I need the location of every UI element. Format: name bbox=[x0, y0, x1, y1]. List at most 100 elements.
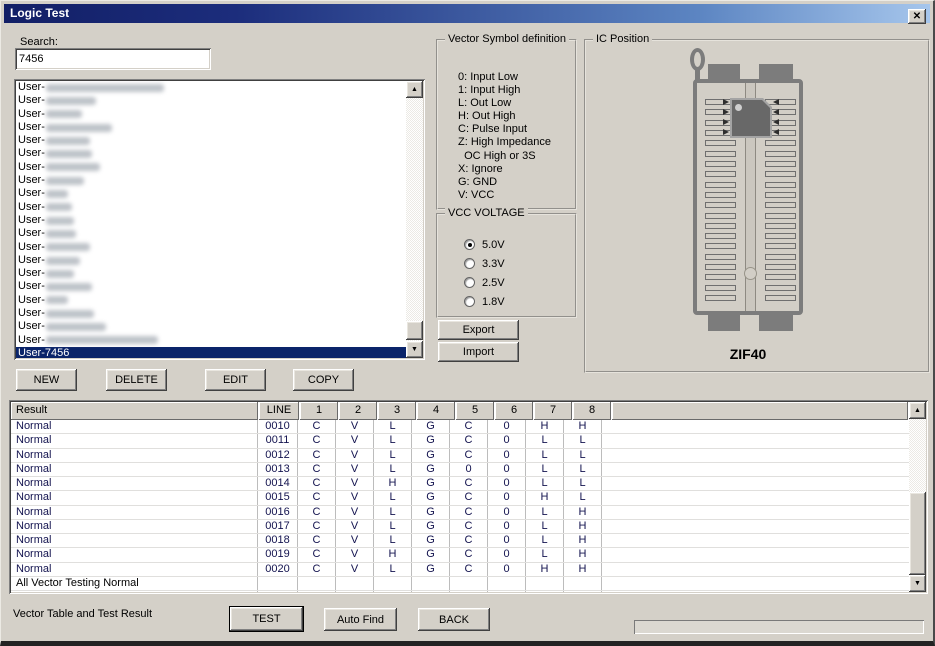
new-button[interactable]: NEW bbox=[16, 369, 77, 391]
table-cell: L bbox=[526, 520, 564, 533]
radio-icon[interactable] bbox=[464, 277, 475, 288]
test-button[interactable]: TEST bbox=[229, 606, 304, 632]
vcc-option-label: 2.5V bbox=[482, 277, 505, 289]
list-item[interactable]: User- bbox=[16, 201, 406, 214]
table-cell: L bbox=[526, 449, 564, 462]
table-scroll-up-icon[interactable]: ▲ bbox=[909, 402, 926, 419]
table-row[interactable]: Normal0015CVLGC0HL bbox=[11, 491, 909, 505]
close-icon[interactable]: ✕ bbox=[908, 9, 926, 24]
table-row[interactable]: All Vector Testing Normal bbox=[11, 577, 909, 591]
column-header[interactable]: 2 bbox=[339, 402, 377, 420]
pin-slot-left bbox=[705, 202, 736, 208]
table-cell bbox=[11, 591, 258, 592]
list-item[interactable]: User- bbox=[16, 267, 406, 280]
table-row[interactable]: Normal0020CVLGC0HH bbox=[11, 563, 909, 577]
table-scrollbar[interactable]: ▲ ▼ bbox=[909, 402, 926, 592]
radio-icon[interactable] bbox=[464, 239, 475, 250]
radio-icon[interactable] bbox=[464, 258, 475, 269]
device-list-scrollbar[interactable]: ▲ ▼ bbox=[406, 81, 423, 358]
pin-slot-left bbox=[705, 254, 736, 260]
table-row[interactable]: Normal0017CVLGC0LH bbox=[11, 520, 909, 534]
vcc-option[interactable]: 2.5V bbox=[464, 273, 505, 292]
table-row[interactable] bbox=[11, 591, 909, 592]
table-cell: C bbox=[450, 477, 488, 490]
scroll-up-icon[interactable]: ▲ bbox=[406, 81, 423, 98]
list-item[interactable]: User- bbox=[16, 214, 406, 227]
list-item-redacted-text bbox=[46, 296, 68, 304]
table-row[interactable]: Normal0019CVHGC0LH bbox=[11, 548, 909, 562]
table-cell: C bbox=[298, 506, 336, 519]
edit-button[interactable]: EDIT bbox=[205, 369, 266, 391]
list-item[interactable]: User- bbox=[16, 108, 406, 121]
list-item[interactable]: User- bbox=[16, 121, 406, 134]
list-item[interactable]: User- bbox=[16, 147, 406, 160]
table-scroll-down-icon[interactable]: ▼ bbox=[909, 575, 926, 592]
list-item[interactable]: User- bbox=[16, 161, 406, 174]
table-cell: H bbox=[526, 491, 564, 504]
device-listbox[interactable]: User-User-User-User-User-User-User-User-… bbox=[14, 79, 425, 360]
list-item[interactable]: User- bbox=[16, 94, 406, 107]
table-row[interactable]: Normal0011CVLGC0LL bbox=[11, 434, 909, 448]
copy-button[interactable]: COPY bbox=[293, 369, 354, 391]
export-button[interactable]: Export bbox=[438, 320, 519, 340]
list-item[interactable]: User- bbox=[16, 134, 406, 147]
table-cell bbox=[374, 577, 412, 590]
column-header[interactable]: 6 bbox=[495, 402, 533, 420]
list-item[interactable]: User- bbox=[16, 187, 406, 200]
pin-slot-right bbox=[765, 285, 796, 291]
table-cell bbox=[526, 577, 564, 590]
list-item[interactable]: User- bbox=[16, 254, 406, 267]
list-item[interactable]: User- bbox=[16, 334, 406, 347]
list-item[interactable]: User- bbox=[16, 280, 406, 293]
scroll-down-icon[interactable]: ▼ bbox=[406, 341, 423, 358]
table-cell: V bbox=[336, 420, 374, 433]
table-row[interactable]: Normal0014CVHGC0LL bbox=[11, 477, 909, 491]
table-cell bbox=[450, 577, 488, 590]
delete-button[interactable]: DELETE bbox=[106, 369, 167, 391]
table-scrollbar-thumb[interactable] bbox=[909, 492, 926, 575]
import-button[interactable]: Import bbox=[438, 342, 519, 362]
chip-pin-arrow-right bbox=[773, 119, 779, 125]
list-item[interactable]: User- bbox=[16, 227, 406, 240]
list-item[interactable]: User- bbox=[16, 81, 406, 94]
vcc-option[interactable]: 3.3V bbox=[464, 254, 505, 273]
table-cell: L bbox=[374, 434, 412, 447]
table-cell: H bbox=[564, 520, 602, 533]
radio-icon[interactable] bbox=[464, 296, 475, 307]
column-header[interactable]: Result bbox=[11, 402, 258, 420]
list-item-selected[interactable]: User-7456 bbox=[16, 347, 406, 358]
scrollbar-thumb[interactable] bbox=[406, 321, 423, 340]
column-header[interactable]: 5 bbox=[456, 402, 494, 420]
list-item-redacted-text bbox=[46, 203, 72, 211]
list-item[interactable]: User- bbox=[16, 294, 406, 307]
column-header[interactable]: LINE bbox=[259, 402, 299, 420]
list-item[interactable]: User- bbox=[16, 307, 406, 320]
table-row[interactable]: Normal0016CVLGC0LH bbox=[11, 506, 909, 520]
column-header[interactable]: 1 bbox=[300, 402, 338, 420]
table-row[interactable]: Normal0013CVLG00LL bbox=[11, 463, 909, 477]
column-header[interactable]: 7 bbox=[534, 402, 572, 420]
column-header[interactable]: 3 bbox=[378, 402, 416, 420]
back-button[interactable]: BACK bbox=[418, 608, 490, 631]
list-item[interactable]: User- bbox=[16, 174, 406, 187]
table-cell: L bbox=[526, 506, 564, 519]
list-item[interactable]: User- bbox=[16, 241, 406, 254]
table-row[interactable]: Normal0010CVLGC0HH bbox=[11, 420, 909, 434]
result-table[interactable]: ResultLINE12345678 Normal0010CVLGC0HHNor… bbox=[9, 400, 928, 594]
auto-find-button[interactable]: Auto Find bbox=[324, 608, 397, 631]
vcc-option[interactable]: 5.0V bbox=[464, 235, 505, 254]
table-row[interactable]: Normal0012CVLGC0LL bbox=[11, 449, 909, 463]
table-row[interactable]: Normal0018CVLGC0LH bbox=[11, 534, 909, 548]
table-cell: C bbox=[450, 491, 488, 504]
vector-symbol-lines: 0: Input Low 1: Input High L: Out Low H:… bbox=[458, 71, 551, 202]
table-cell: C bbox=[298, 548, 336, 561]
list-item[interactable]: User- bbox=[16, 320, 406, 333]
column-header[interactable]: 8 bbox=[573, 402, 611, 420]
vcc-option[interactable]: 1.8V bbox=[464, 292, 505, 311]
column-header[interactable]: 4 bbox=[417, 402, 455, 420]
scrollbar-track[interactable] bbox=[406, 98, 423, 341]
list-item-redacted-text bbox=[46, 336, 158, 344]
list-item-redacted-text bbox=[46, 257, 80, 265]
list-item-prefix: User- bbox=[18, 201, 45, 214]
search-input[interactable] bbox=[15, 48, 211, 70]
